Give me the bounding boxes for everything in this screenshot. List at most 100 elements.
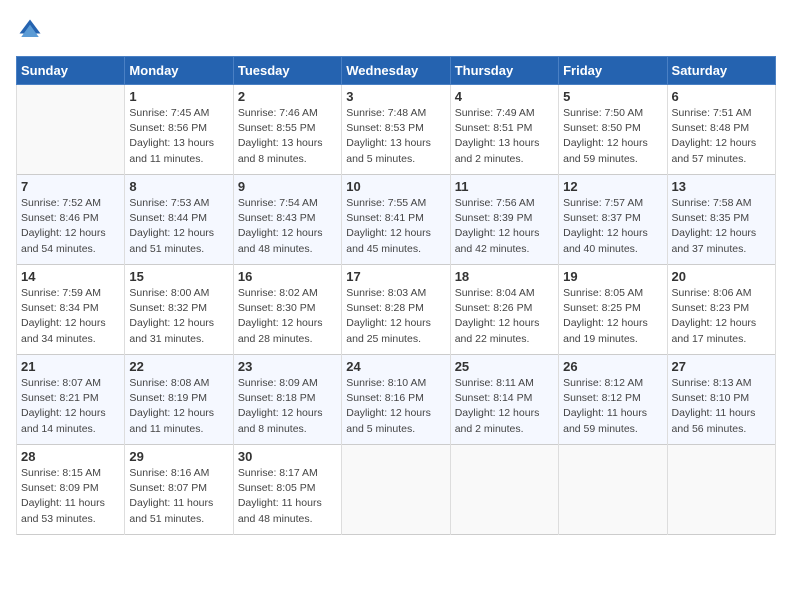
header-thursday: Thursday xyxy=(450,57,558,85)
day-info: Sunrise: 8:02 AM Sunset: 8:30 PM Dayligh… xyxy=(238,286,337,347)
day-number: 21 xyxy=(21,359,120,374)
day-info: Sunrise: 8:12 AM Sunset: 8:12 PM Dayligh… xyxy=(563,376,662,437)
day-number: 12 xyxy=(563,179,662,194)
calendar-table: SundayMondayTuesdayWednesdayThursdayFrid… xyxy=(16,56,776,535)
day-number: 15 xyxy=(129,269,228,284)
calendar-cell: 7 Sunrise: 7:52 AM Sunset: 8:46 PM Daylig… xyxy=(17,175,125,265)
calendar-cell: 1Sunrise: 7:45 AM Sunset: 8:56 PM Daylig… xyxy=(125,85,233,175)
calendar-cell: 18Sunrise: 8:04 AM Sunset: 8:26 PM Dayli… xyxy=(450,265,558,355)
day-number: 4 xyxy=(455,89,554,104)
day-info: Sunrise: 8:11 AM Sunset: 8:14 PM Dayligh… xyxy=(455,376,554,437)
calendar-cell: 24 Sunrise: 8:10 AM Sunset: 8:16 PM Dayli… xyxy=(342,355,450,445)
day-info: Sunrise: 7:57 AM Sunset: 8:37 PM Dayligh… xyxy=(563,196,662,257)
day-info: Sunrise: 7:45 AM Sunset: 8:56 PM Dayligh… xyxy=(129,106,228,167)
calendar-cell: 6Sunrise: 7:51 AM Sunset: 8:48 PM Daylig… xyxy=(667,85,775,175)
day-number: 16 xyxy=(238,269,337,284)
logo xyxy=(16,16,48,44)
header-saturday: Saturday xyxy=(667,57,775,85)
calendar-cell: 5 Sunrise: 7:50 AM Sunset: 8:50 PM Daylig… xyxy=(559,85,667,175)
calendar-cell xyxy=(342,445,450,535)
calendar-cell: 11Sunrise: 7:56 AM Sunset: 8:39 PM Dayli… xyxy=(450,175,558,265)
day-info: Sunrise: 8:07 AM Sunset: 8:21 PM Dayligh… xyxy=(21,376,120,437)
calendar-week-4: 21 Sunrise: 8:07 AM Sunset: 8:21 PM Dayli… xyxy=(17,355,776,445)
calendar-cell: 30Sunrise: 8:17 AM Sunset: 8:05 PM Dayli… xyxy=(233,445,341,535)
calendar-cell: 16 Sunrise: 8:02 AM Sunset: 8:30 PM Dayli… xyxy=(233,265,341,355)
day-number: 5 xyxy=(563,89,662,104)
calendar-cell: 21 Sunrise: 8:07 AM Sunset: 8:21 PM Dayli… xyxy=(17,355,125,445)
header-tuesday: Tuesday xyxy=(233,57,341,85)
day-info: Sunrise: 7:49 AM Sunset: 8:51 PM Dayligh… xyxy=(455,106,554,167)
calendar-cell: 13 Sunrise: 7:58 AM Sunset: 8:35 PM Dayli… xyxy=(667,175,775,265)
day-info: Sunrise: 8:03 AM Sunset: 8:28 PM Dayligh… xyxy=(346,286,445,347)
day-number: 11 xyxy=(455,179,554,194)
day-number: 7 xyxy=(21,179,120,194)
calendar-cell: 3Sunrise: 7:48 AM Sunset: 8:53 PM Daylig… xyxy=(342,85,450,175)
day-info: Sunrise: 8:15 AM Sunset: 8:09 PM Dayligh… xyxy=(21,466,120,527)
day-number: 9 xyxy=(238,179,337,194)
day-info: Sunrise: 8:17 AM Sunset: 8:05 PM Dayligh… xyxy=(238,466,337,527)
day-number: 29 xyxy=(129,449,228,464)
calendar-cell: 8Sunrise: 7:53 AM Sunset: 8:44 PM Daylig… xyxy=(125,175,233,265)
calendar-cell: 12 Sunrise: 7:57 AM Sunset: 8:37 PM Dayli… xyxy=(559,175,667,265)
day-info: Sunrise: 8:04 AM Sunset: 8:26 PM Dayligh… xyxy=(455,286,554,347)
day-info: Sunrise: 8:10 AM Sunset: 8:16 PM Dayligh… xyxy=(346,376,445,437)
calendar-cell: 26 Sunrise: 8:12 AM Sunset: 8:12 PM Dayli… xyxy=(559,355,667,445)
calendar-cell xyxy=(667,445,775,535)
calendar-cell: 9 Sunrise: 7:54 AM Sunset: 8:43 PM Daylig… xyxy=(233,175,341,265)
day-info: Sunrise: 7:55 AM Sunset: 8:41 PM Dayligh… xyxy=(346,196,445,257)
calendar-cell: 19 Sunrise: 8:05 AM Sunset: 8:25 PM Dayli… xyxy=(559,265,667,355)
day-number: 22 xyxy=(129,359,228,374)
calendar-week-1: 1Sunrise: 7:45 AM Sunset: 8:56 PM Daylig… xyxy=(17,85,776,175)
day-info: Sunrise: 8:13 AM Sunset: 8:10 PM Dayligh… xyxy=(672,376,771,437)
day-info: Sunrise: 8:08 AM Sunset: 8:19 PM Dayligh… xyxy=(129,376,228,437)
calendar-cell xyxy=(17,85,125,175)
calendar-cell: 27 Sunrise: 8:13 AM Sunset: 8:10 PM Dayli… xyxy=(667,355,775,445)
day-number: 13 xyxy=(672,179,771,194)
calendar-cell: 29 Sunrise: 8:16 AM Sunset: 8:07 PM Dayli… xyxy=(125,445,233,535)
day-info: Sunrise: 7:58 AM Sunset: 8:35 PM Dayligh… xyxy=(672,196,771,257)
day-number: 8 xyxy=(129,179,228,194)
day-info: Sunrise: 7:50 AM Sunset: 8:50 PM Dayligh… xyxy=(563,106,662,167)
day-info: Sunrise: 8:16 AM Sunset: 8:07 PM Dayligh… xyxy=(129,466,228,527)
page-header xyxy=(16,16,776,44)
calendar-header-row: SundayMondayTuesdayWednesdayThursdayFrid… xyxy=(17,57,776,85)
day-info: Sunrise: 7:59 AM Sunset: 8:34 PM Dayligh… xyxy=(21,286,120,347)
day-number: 26 xyxy=(563,359,662,374)
day-info: Sunrise: 7:54 AM Sunset: 8:43 PM Dayligh… xyxy=(238,196,337,257)
calendar-cell: 20Sunrise: 8:06 AM Sunset: 8:23 PM Dayli… xyxy=(667,265,775,355)
calendar-cell: 2 Sunrise: 7:46 AM Sunset: 8:55 PM Daylig… xyxy=(233,85,341,175)
day-number: 2 xyxy=(238,89,337,104)
day-info: Sunrise: 8:05 AM Sunset: 8:25 PM Dayligh… xyxy=(563,286,662,347)
header-wednesday: Wednesday xyxy=(342,57,450,85)
calendar-cell: 14 Sunrise: 7:59 AM Sunset: 8:34 PM Dayli… xyxy=(17,265,125,355)
logo-icon xyxy=(16,16,44,44)
calendar-week-3: 14 Sunrise: 7:59 AM Sunset: 8:34 PM Dayli… xyxy=(17,265,776,355)
calendar-cell: 17 Sunrise: 8:03 AM Sunset: 8:28 PM Dayli… xyxy=(342,265,450,355)
day-info: Sunrise: 8:09 AM Sunset: 8:18 PM Dayligh… xyxy=(238,376,337,437)
header-sunday: Sunday xyxy=(17,57,125,85)
header-monday: Monday xyxy=(125,57,233,85)
calendar-cell: 28 Sunrise: 8:15 AM Sunset: 8:09 PM Dayli… xyxy=(17,445,125,535)
calendar-cell: 15 Sunrise: 8:00 AM Sunset: 8:32 PM Dayli… xyxy=(125,265,233,355)
day-number: 10 xyxy=(346,179,445,194)
calendar-cell: 25 Sunrise: 8:11 AM Sunset: 8:14 PM Dayli… xyxy=(450,355,558,445)
day-number: 27 xyxy=(672,359,771,374)
calendar-cell xyxy=(559,445,667,535)
calendar-cell xyxy=(450,445,558,535)
day-info: Sunrise: 7:46 AM Sunset: 8:55 PM Dayligh… xyxy=(238,106,337,167)
day-number: 23 xyxy=(238,359,337,374)
day-number: 24 xyxy=(346,359,445,374)
day-number: 19 xyxy=(563,269,662,284)
header-friday: Friday xyxy=(559,57,667,85)
day-number: 28 xyxy=(21,449,120,464)
day-number: 6 xyxy=(672,89,771,104)
day-info: Sunrise: 7:52 AM Sunset: 8:46 PM Dayligh… xyxy=(21,196,120,257)
day-info: Sunrise: 8:00 AM Sunset: 8:32 PM Dayligh… xyxy=(129,286,228,347)
calendar-cell: 23 Sunrise: 8:09 AM Sunset: 8:18 PM Dayli… xyxy=(233,355,341,445)
calendar-cell: 22 Sunrise: 8:08 AM Sunset: 8:19 PM Dayli… xyxy=(125,355,233,445)
day-number: 17 xyxy=(346,269,445,284)
calendar-week-5: 28 Sunrise: 8:15 AM Sunset: 8:09 PM Dayli… xyxy=(17,445,776,535)
day-number: 3 xyxy=(346,89,445,104)
day-number: 25 xyxy=(455,359,554,374)
day-number: 14 xyxy=(21,269,120,284)
